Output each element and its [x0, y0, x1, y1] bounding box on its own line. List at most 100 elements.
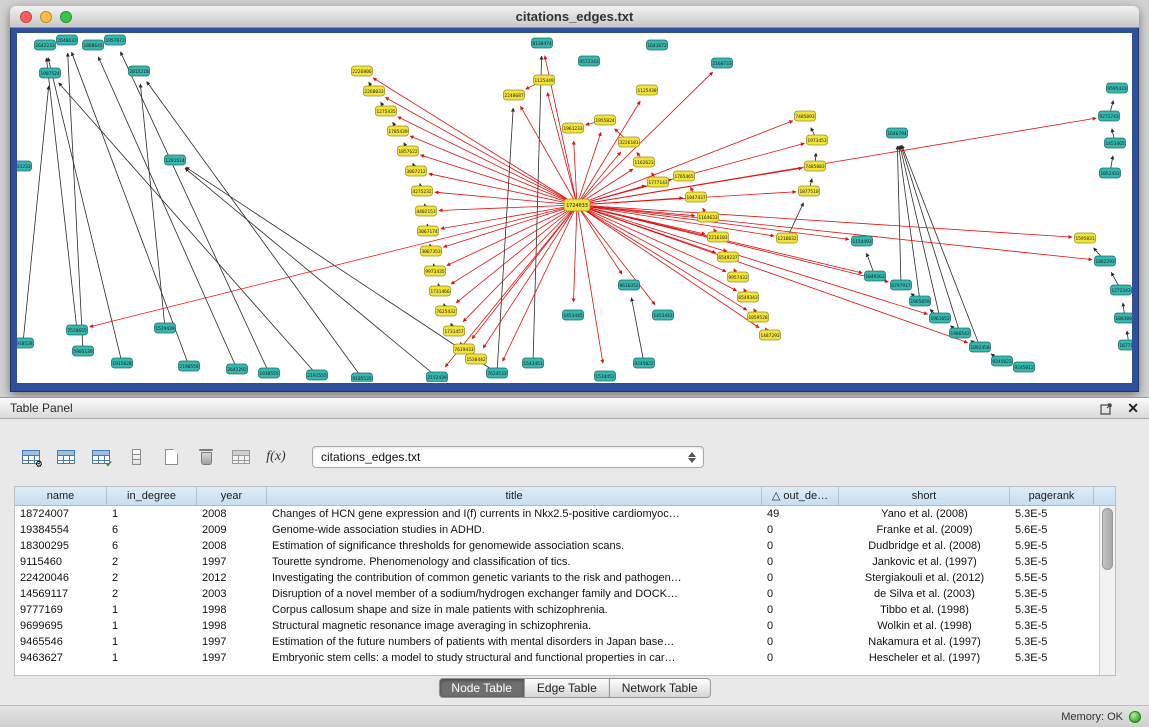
graph-node[interactable]: 3067353: [421, 246, 442, 256]
graph-node[interactable]: 1453443: [653, 310, 674, 320]
graph-node[interactable]: 9245023: [992, 356, 1013, 366]
show-columns-icon[interactable]: [53, 444, 79, 470]
graph-node[interactable]: 9272743: [1099, 111, 1120, 121]
graph-node[interactable]: 2642233: [35, 40, 56, 50]
table-row[interactable]: 946554611997Estimation of the future num…: [15, 634, 1099, 650]
table-row[interactable]: 977716911998Corpus callosum shape and si…: [15, 602, 1099, 618]
graph-node[interactable]: 1677102: [1119, 340, 1133, 350]
graph-node[interactable]: 9957432: [728, 272, 749, 282]
window-titlebar[interactable]: citations_edges.txt: [10, 6, 1139, 28]
graph-node[interactable]: 5905139: [73, 346, 94, 356]
graph-node[interactable]: 1961233: [563, 123, 584, 133]
graph-node[interactable]: 1083003: [1115, 313, 1133, 323]
graph-node[interactable]: 1125449: [534, 75, 555, 85]
graph-node[interactable]: 9245022: [634, 358, 655, 368]
graph-node[interactable]: 7485093: [795, 111, 816, 121]
column-header[interactable]: △ out_de…: [762, 487, 839, 505]
column-header[interactable]: title: [267, 487, 762, 505]
table-select-dropdown[interactable]: citations_edges.txt: [312, 446, 704, 468]
graph-node[interactable]: 1641672: [647, 40, 668, 50]
graph-node[interactable]: 2642292: [227, 364, 248, 374]
graph-node[interactable]: 3067212: [406, 166, 427, 176]
graph-node[interactable]: 4275232: [412, 186, 433, 196]
graph-node[interactable]: 2160733: [712, 58, 733, 68]
graph-node[interactable]: 2131233: [17, 161, 32, 171]
float-panel-icon[interactable]: [1100, 402, 1113, 415]
graph-node[interactable]: 6549343: [738, 292, 759, 302]
table-row[interactable]: 1872400712008Changes of HCN gene express…: [15, 506, 1099, 522]
graph-node[interactable]: 1453465: [1105, 138, 1126, 148]
tab-edge-table[interactable]: Edge Table: [524, 678, 610, 698]
citation-network-graph[interactable]: 1724033222680622680331275435178543918576…: [17, 33, 1132, 382]
column-header[interactable]: pagerank: [1010, 487, 1094, 505]
graph-node[interactable]: 9245012: [1014, 362, 1035, 372]
import-table-icon[interactable]: [228, 444, 254, 470]
graph-node[interactable]: 1216032: [777, 233, 798, 243]
close-window-icon[interactable]: [20, 11, 32, 23]
graph-node[interactable]: 1534452: [595, 371, 616, 381]
column-header[interactable]: name: [15, 487, 107, 505]
graph-node[interactable]: 1201514: [165, 155, 186, 165]
graph-node[interactable]: 1965059: [910, 296, 931, 306]
graph-node[interactable]: 1275435: [376, 106, 397, 116]
graph-node[interactable]: 3067174: [418, 226, 439, 236]
table-row[interactable]: 2242004622012Investigating the contribut…: [15, 570, 1099, 586]
graph-node[interactable]: 1724033: [564, 199, 590, 211]
graph-node[interactable]: 1047437: [686, 192, 707, 202]
graph-node[interactable]: 2520655: [67, 325, 88, 335]
graph-node[interactable]: 1049263: [865, 271, 886, 281]
graph-node[interactable]: 6549237: [718, 252, 739, 262]
graph-node[interactable]: 1907524: [40, 68, 61, 78]
graph-node[interactable]: 1986542: [950, 328, 971, 338]
graph-node[interactable]: 7485083: [805, 161, 826, 171]
column-icon[interactable]: [123, 444, 149, 470]
graph-node[interactable]: 1052433: [1100, 168, 1121, 178]
graph-node[interactable]: 1785439: [388, 126, 409, 136]
new-table-icon[interactable]: [158, 444, 184, 470]
graph-node[interactable]: 1154493: [852, 236, 873, 246]
graph-node[interactable]: 1487293: [760, 330, 781, 340]
graph-node[interactable]: 9105535: [352, 373, 373, 382]
minimize-window-icon[interactable]: [40, 11, 52, 23]
graph-node[interactable]: 6797917: [891, 280, 912, 290]
close-icon[interactable]: ✕: [1127, 401, 1139, 415]
network-canvas[interactable]: 1724033222680622680331275435178543918576…: [17, 33, 1132, 383]
graph-node[interactable]: 1164633: [698, 212, 719, 222]
tab-network-table[interactable]: Network Table: [609, 678, 711, 698]
graph-node[interactable]: 1530442: [466, 354, 487, 364]
table-settings-icon[interactable]: ⚙: [18, 444, 44, 470]
graph-node[interactable]: 1082293: [1095, 256, 1116, 266]
graph-node[interactable]: 1595831: [1075, 233, 1096, 243]
graph-node[interactable]: 8130474: [532, 38, 553, 48]
graph-node[interactable]: 2152439: [427, 372, 448, 382]
graph-node[interactable]: 7624533: [487, 368, 508, 378]
column-header[interactable]: in_degree: [107, 487, 197, 505]
graph-node[interactable]: 2268033: [364, 86, 385, 96]
table-scrollbar[interactable]: [1099, 506, 1115, 675]
graph-node[interactable]: 1868645: [83, 40, 104, 50]
table-row[interactable]: 1938455462009Genome-wide association stu…: [15, 522, 1099, 538]
zoom-window-icon[interactable]: [60, 11, 72, 23]
edit-table-icon[interactable]: ✔: [88, 444, 114, 470]
graph-node[interactable]: 1877510: [799, 186, 820, 196]
table-row[interactable]: 911546021997Tourette syndrome. Phenomeno…: [15, 554, 1099, 570]
graph-node[interactable]: 1777143: [648, 177, 669, 187]
delete-table-icon[interactable]: [193, 444, 219, 470]
graph-node[interactable]: 1529439: [155, 323, 176, 333]
graph-node[interactable]: 1092450: [970, 342, 991, 352]
graph-node[interactable]: 3226181: [619, 137, 640, 147]
table-row[interactable]: 1830029562008Estimation of significance …: [15, 538, 1099, 554]
graph-node[interactable]: 1059528: [748, 312, 769, 322]
scrollbar-thumb[interactable]: [1102, 508, 1113, 570]
graph-node[interactable]: 1961652: [930, 313, 951, 323]
graph-node[interactable]: 7619433: [454, 344, 475, 354]
graph-node[interactable]: 2191555: [307, 370, 328, 380]
graph-node[interactable]: 9595433: [1107, 83, 1128, 93]
graph-node[interactable]: 1915028: [112, 358, 133, 368]
table-row[interactable]: 969969511998Structural magnetic resonanc…: [15, 618, 1099, 634]
table-row[interactable]: 1456911722003Disruption of a novel membe…: [15, 586, 1099, 602]
graph-node[interactable]: 1646794: [887, 128, 908, 138]
graph-node[interactable]: 1731457: [444, 326, 465, 336]
column-header[interactable]: year: [197, 487, 267, 505]
function-builder-icon[interactable]: f(x): [263, 444, 289, 470]
